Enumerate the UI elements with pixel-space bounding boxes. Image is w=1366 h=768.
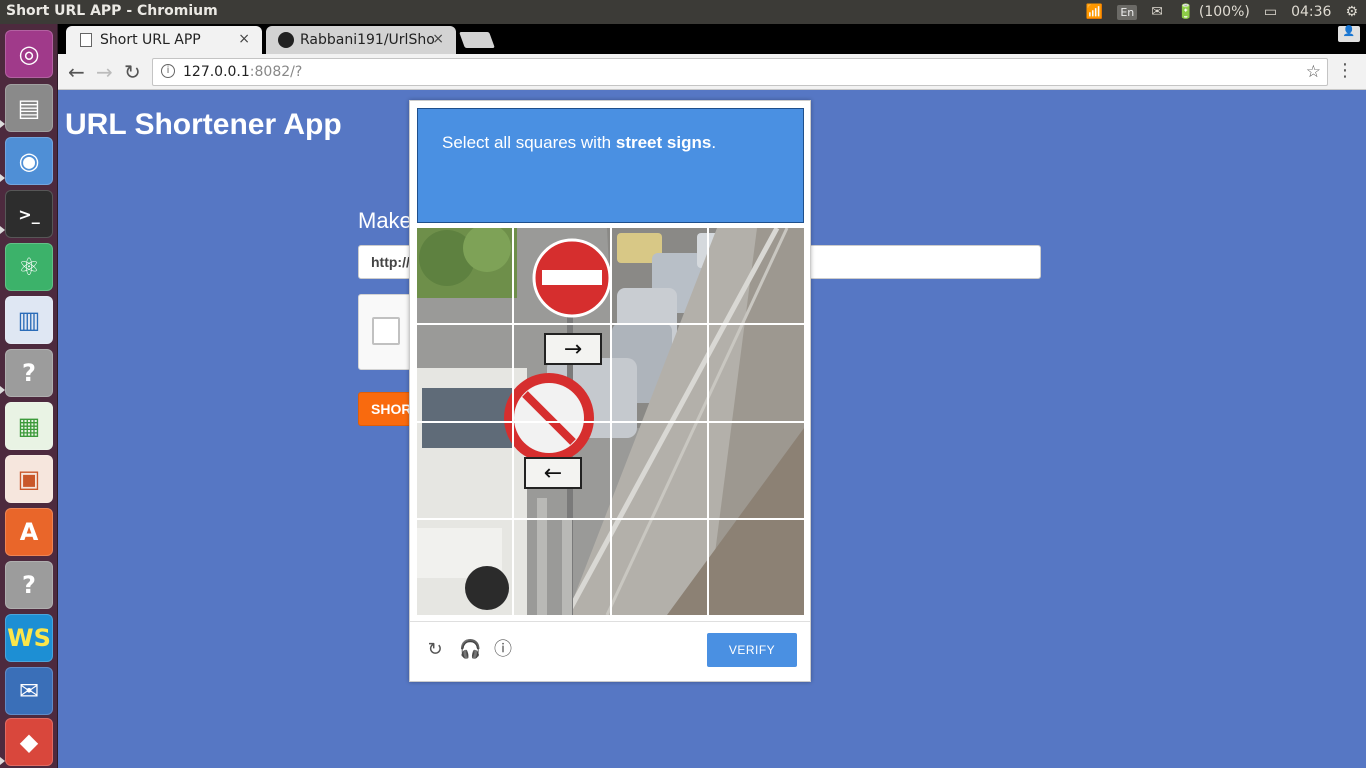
captcha-tile[interactable] (707, 518, 806, 617)
clock[interactable]: 04:36 (1291, 4, 1331, 20)
captcha-tile[interactable] (415, 421, 514, 519)
close-tab-icon[interactable]: × (238, 31, 250, 47)
chromium-icon[interactable]: ◉ (5, 137, 53, 185)
recaptcha-checkbox[interactable] (372, 317, 400, 345)
captcha-tile[interactable] (513, 226, 611, 325)
new-tab-button[interactable] (459, 32, 495, 48)
captcha-tile[interactable] (707, 226, 806, 325)
display-icon[interactable]: ▭ (1264, 4, 1277, 20)
ubuntu-dash-icon[interactable]: ◎ (5, 30, 53, 78)
battery-icon: 🔋 (1177, 4, 1195, 20)
captcha-tile[interactable] (610, 226, 708, 325)
captcha-challenge: Select all squares with street signs. → … (409, 100, 811, 682)
reload-challenge-icon[interactable]: ↻ (425, 640, 445, 660)
onboard-icon[interactable]: ◆ (5, 718, 53, 766)
forward-arrow-icon[interactable]: → (96, 60, 113, 84)
atom-icon[interactable]: ⚛ (5, 243, 53, 291)
window-title: Short URL APP - Chromium (6, 3, 218, 19)
audio-challenge-icon[interactable]: 🎧 (459, 640, 481, 660)
unknown-app-icon-2[interactable]: ? (5, 561, 53, 609)
address-path: :8082/? (249, 64, 303, 80)
captcha-footer: ↻ 🎧 ⓘ VERIFY (410, 621, 810, 681)
address-bar[interactable]: i 127.0.0.1:8082/? ☆ (152, 58, 1328, 86)
writer-icon[interactable]: ▥ (5, 296, 53, 344)
tab-label: Rabbani191/UrlSho (300, 32, 435, 48)
captcha-tile[interactable] (415, 324, 514, 422)
captcha-tile[interactable] (707, 421, 806, 519)
software-center-icon[interactable]: A (5, 508, 53, 556)
captcha-tile[interactable] (513, 324, 611, 422)
captcha-tile[interactable] (610, 518, 708, 617)
profile-icon[interactable]: 👤 (1338, 26, 1360, 42)
verify-button[interactable]: VERIFY (707, 633, 797, 667)
system-tray: 📶 En ✉ 🔋 (100%) ▭ 04:36 ⚙ (1086, 0, 1366, 24)
top-panel: Short URL APP - Chromium 📶 En ✉ 🔋 (100%)… (0, 0, 1366, 24)
webstorm-icon[interactable]: WS (5, 614, 53, 662)
page-title: URL Shortener App (65, 108, 342, 141)
page-icon (80, 33, 92, 47)
captcha-instructions: Select all squares with street signs. (417, 108, 804, 223)
battery-indicator[interactable]: 🔋 (100%) (1177, 4, 1250, 20)
github-icon (278, 32, 294, 48)
tab-github[interactable]: Rabbani191/UrlSho × (266, 26, 456, 54)
calc-icon[interactable]: ▦ (5, 402, 53, 450)
captcha-tile[interactable] (513, 421, 611, 519)
tab-short-url-app[interactable]: Short URL APP × (66, 26, 262, 54)
captcha-tile[interactable] (610, 421, 708, 519)
instruction-target: street signs (615, 133, 712, 152)
captcha-tile[interactable] (415, 226, 514, 325)
unknown-app-icon[interactable]: ? (5, 349, 53, 397)
instruction-suffix: . (711, 133, 717, 152)
address-host: 127.0.0.1 (183, 64, 250, 80)
captcha-tile[interactable] (513, 518, 611, 617)
launcher: ◎ ▤ ◉ >_ ⚛ ▥ ? ▦ ▣ A ? WS ✉ ◆ (0, 24, 58, 768)
make-short-url-label: Make (358, 208, 412, 233)
mail-icon[interactable]: ✉ (1151, 4, 1163, 20)
tab-label: Short URL APP (100, 32, 201, 48)
browser-toolbar: ← → ↻ i 127.0.0.1:8082/? ☆ ⋮ (58, 54, 1366, 90)
files-icon[interactable]: ▤ (5, 84, 53, 132)
impress-icon[interactable]: ▣ (5, 455, 53, 503)
keyboard-indicator[interactable]: En (1117, 4, 1138, 20)
tab-strip: Short URL APP × Rabbani191/UrlSho × 👤 (58, 24, 1366, 54)
close-tab-icon[interactable]: × (432, 31, 444, 47)
info-icon[interactable]: ⓘ (493, 640, 513, 660)
captcha-tile[interactable] (415, 518, 514, 617)
battery-label: (100%) (1198, 4, 1250, 20)
captcha-grid (415, 226, 806, 617)
back-arrow-icon[interactable]: ← (68, 60, 85, 84)
reload-icon[interactable]: ↻ (124, 60, 141, 84)
captcha-tile[interactable] (707, 324, 806, 422)
settings-icon[interactable]: ⚙ (1345, 4, 1358, 20)
bookmark-star-icon[interactable]: ☆ (1306, 62, 1321, 82)
site-info-icon[interactable]: i (161, 64, 175, 78)
browser-menu-icon[interactable]: ⋮ (1336, 60, 1354, 81)
thunderbird-icon[interactable]: ✉ (5, 667, 53, 715)
instruction-prefix: Select all squares with (442, 133, 616, 152)
network-icon[interactable]: 📶 (1086, 4, 1103, 20)
terminal-icon[interactable]: >_ (5, 190, 53, 238)
captcha-tile[interactable] (610, 324, 708, 422)
